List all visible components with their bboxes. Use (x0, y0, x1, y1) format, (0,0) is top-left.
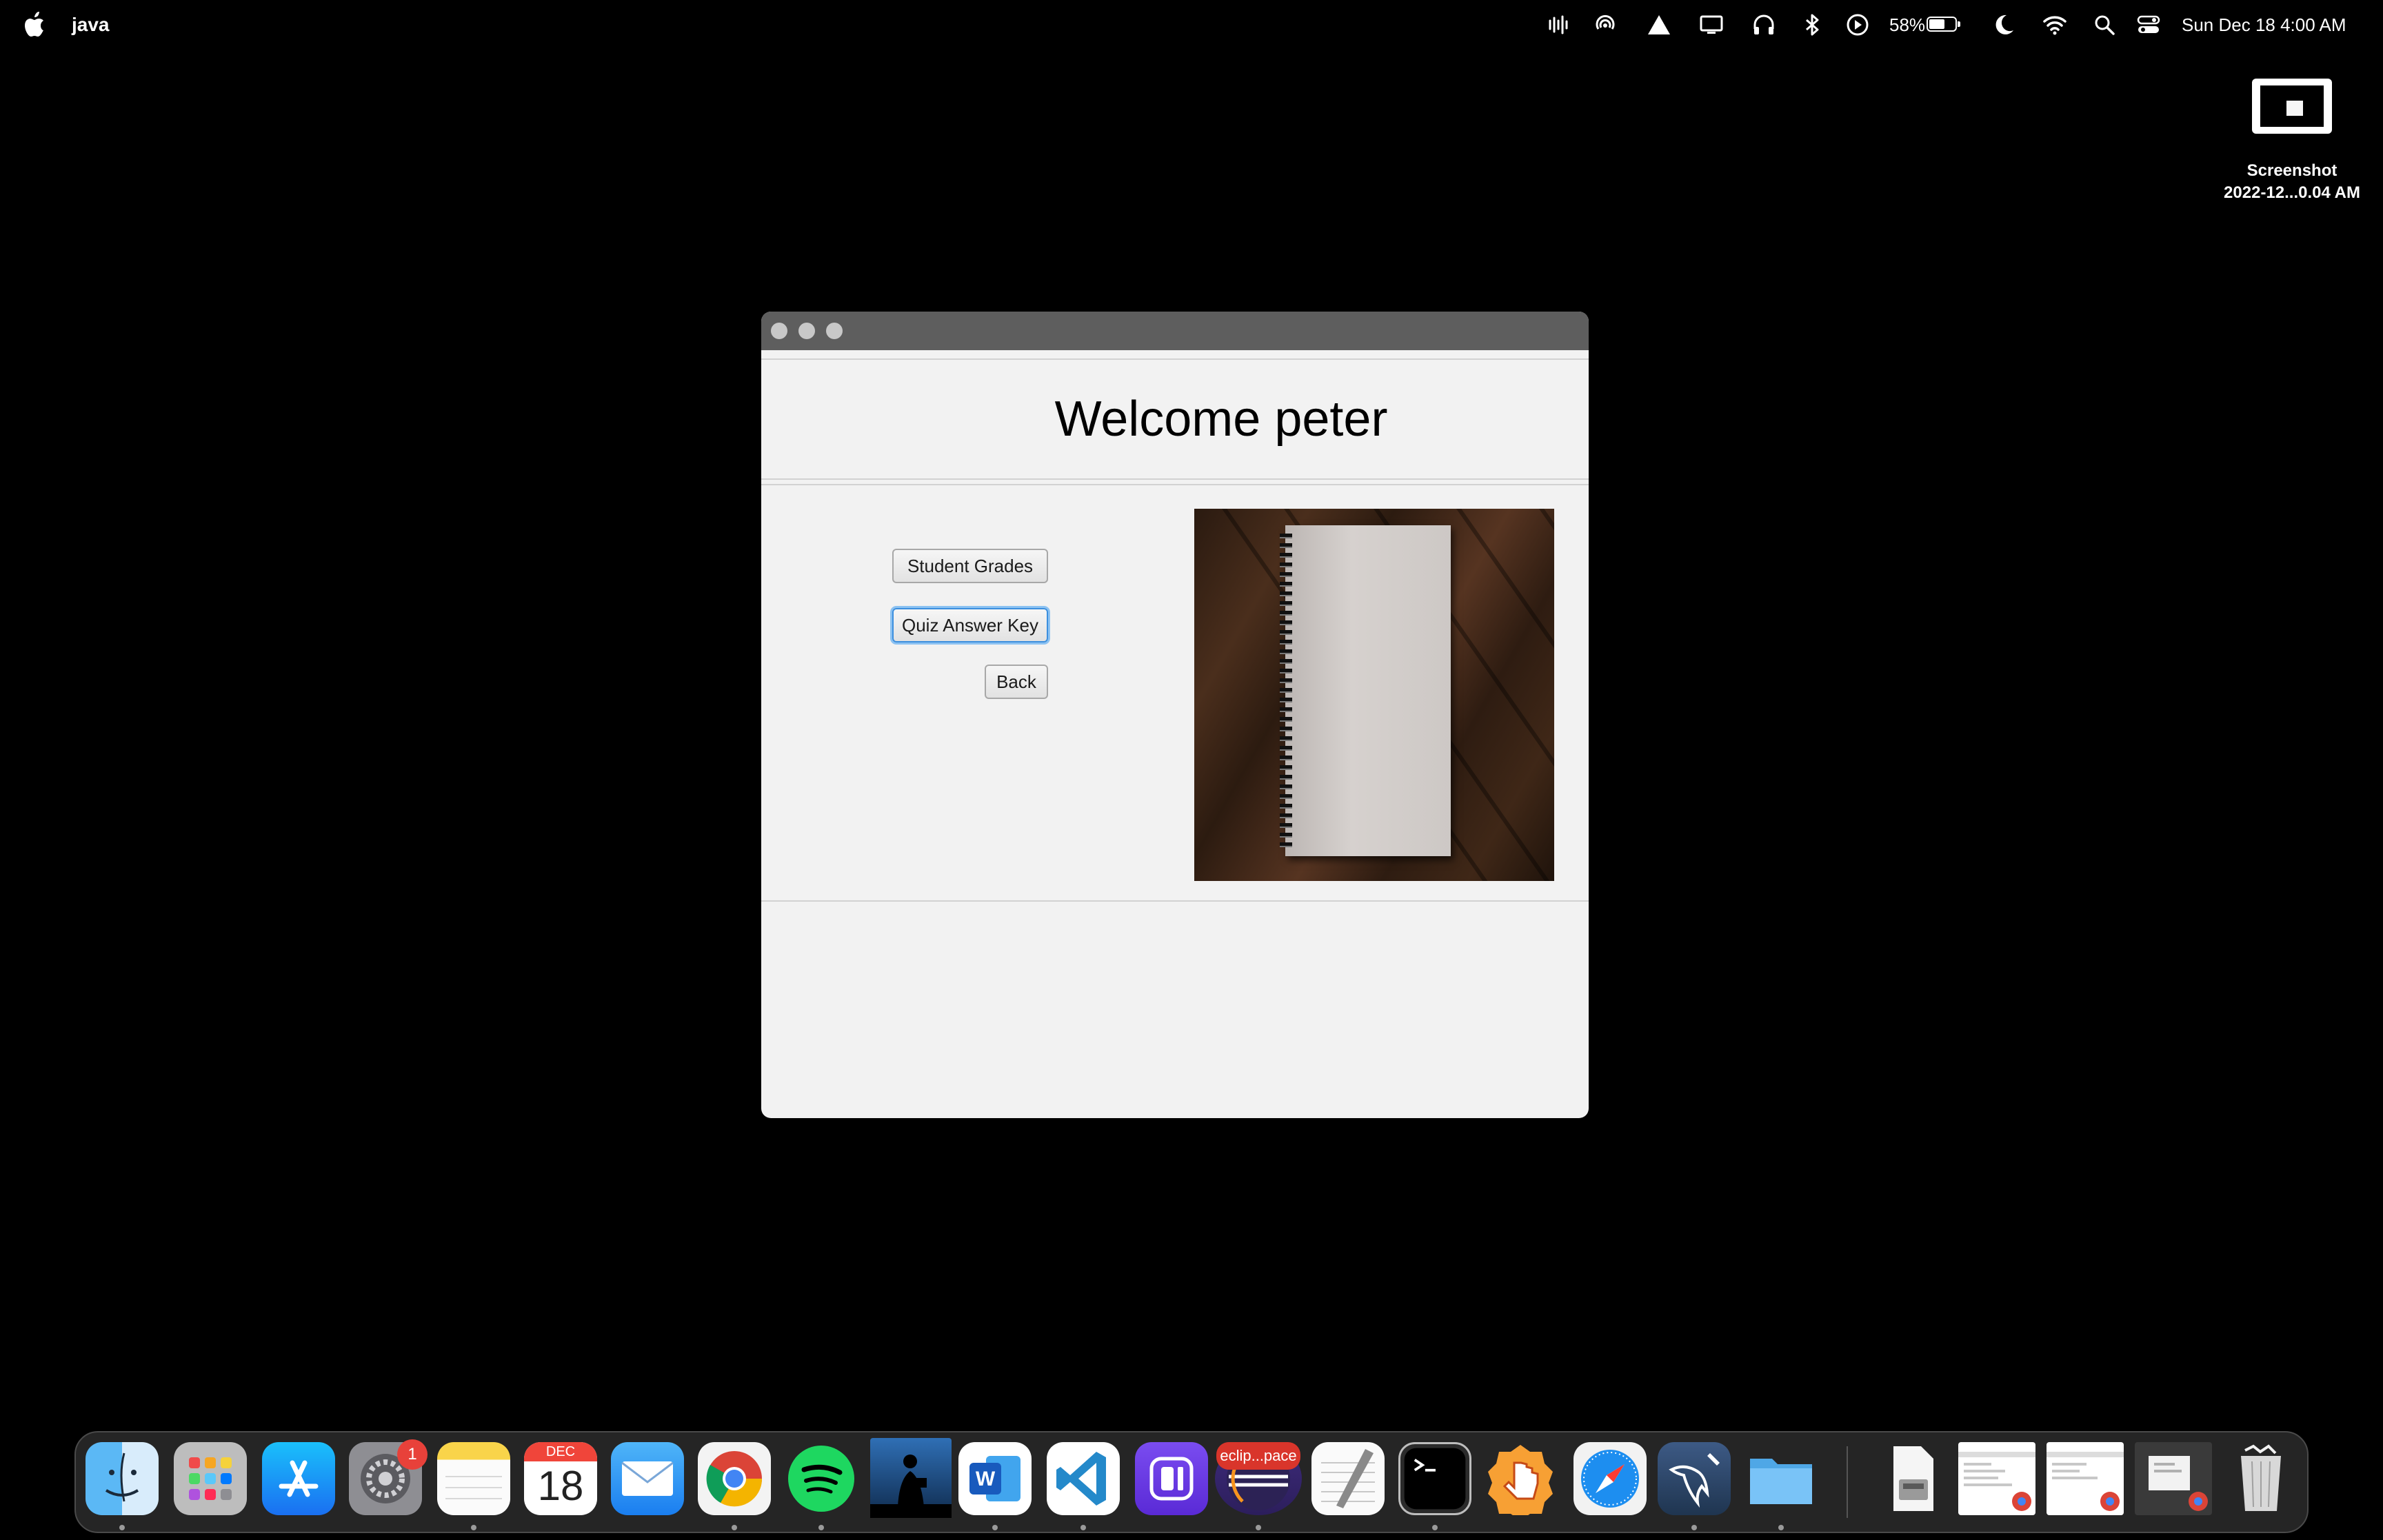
notebook-spiral (1280, 534, 1292, 851)
chrome-window-thumbnail-icon[interactable] (2135, 1442, 2212, 1515)
safari-icon[interactable] (1573, 1442, 1647, 1515)
word-icon[interactable]: W (958, 1442, 1032, 1515)
apple-menu-icon[interactable] (23, 11, 48, 39)
close-window-button[interactable] (771, 323, 787, 339)
header-bottom-separator (761, 478, 1589, 480)
running-indicator (732, 1525, 737, 1530)
textedit-icon[interactable] (1311, 1442, 1385, 1515)
welcome-heading: Welcome peter (1054, 392, 1388, 447)
kindle-icon[interactable] (870, 1438, 952, 1518)
launchpad-icon[interactable] (174, 1442, 247, 1515)
window-titlebar[interactable] (761, 312, 1589, 350)
bluetooth-icon[interactable] (1800, 12, 1824, 37)
desktop-file-date: 2022-12...0.04 AM (2224, 183, 2360, 202)
running-indicator (1080, 1525, 1086, 1530)
calendar-month: DEC (524, 1442, 597, 1461)
notebook-image (1285, 525, 1451, 856)
eclipse-icon[interactable]: eclip...pace (1215, 1442, 1302, 1515)
dock-divider (1847, 1446, 1848, 1518)
running-indicator (1432, 1525, 1438, 1530)
airdrop-icon[interactable] (1593, 12, 1618, 37)
mail-icon[interactable] (611, 1442, 684, 1515)
now-playing-icon[interactable] (1845, 12, 1870, 37)
java-app-window: Welcome peter Student Grades Quiz Answer… (761, 312, 1589, 1118)
student-grades-button[interactable]: Student Grades (892, 549, 1048, 583)
running-indicator (992, 1525, 998, 1530)
svg-text:W: W (976, 1468, 996, 1490)
running-indicator (818, 1525, 824, 1530)
battery-icon[interactable] (1927, 17, 1960, 32)
running-indicator (1691, 1525, 1697, 1530)
settings-update-badge: 1 (397, 1439, 428, 1470)
hand-pointer-icon[interactable] (1484, 1442, 1557, 1515)
vscode-icon[interactable] (1047, 1442, 1120, 1515)
spotify-icon[interactable] (785, 1442, 858, 1515)
app-name-menu[interactable]: java (72, 11, 110, 39)
wifi-icon[interactable] (2042, 12, 2067, 37)
disk-image-icon[interactable] (1876, 1442, 1949, 1515)
finder-icon[interactable] (86, 1442, 159, 1515)
running-indicator (471, 1525, 476, 1530)
back-button[interactable]: Back (985, 665, 1048, 699)
menubar-clock[interactable]: Sun Dec 18 4:00 AM (2182, 11, 2346, 39)
audio-waveform-icon[interactable] (1546, 12, 1571, 37)
chrome-icon[interactable] (698, 1442, 771, 1515)
header-top-separator (761, 358, 1589, 360)
content-bottom-separator (761, 900, 1589, 902)
simulator-icon[interactable] (1135, 1442, 1208, 1515)
desktop-screenshot-thumbnail[interactable] (2252, 79, 2332, 134)
display-icon[interactable] (1699, 12, 1724, 37)
running-indicator (119, 1525, 125, 1530)
chrome-window-thumbnail-icon[interactable] (1958, 1442, 2035, 1515)
focus-moon-icon[interactable] (1991, 12, 2016, 37)
spotlight-search-icon[interactable] (2092, 12, 2117, 37)
minimize-window-button[interactable] (798, 323, 815, 339)
control-center-icon[interactable] (2136, 12, 2161, 37)
headphones-icon[interactable] (1751, 12, 1776, 37)
battery-percent: 58% (1889, 14, 1926, 35)
notebook-photo (1194, 509, 1554, 881)
calendar-icon[interactable]: DEC 18 (524, 1442, 597, 1515)
calendar-day: 18 (537, 1463, 584, 1509)
quiz-answer-key-button[interactable]: Quiz Answer Key (892, 608, 1048, 642)
header-bottom-separator-2 (761, 484, 1589, 485)
mysql-dolphin-icon[interactable] (1658, 1442, 1731, 1515)
running-indicator (1256, 1525, 1261, 1530)
running-indicator (1778, 1525, 1784, 1530)
zoom-window-button[interactable] (826, 323, 843, 339)
terminal-icon[interactable] (1398, 1442, 1471, 1515)
menu-bar: java 58% Sun Dec 18 4:00 AM (0, 0, 2383, 50)
notes-icon[interactable] (437, 1442, 510, 1515)
eclipse-workspace-tag: eclip...pace (1216, 1442, 1300, 1470)
app-store-icon[interactable] (262, 1442, 335, 1515)
chrome-window-thumbnail-icon[interactable] (2047, 1442, 2124, 1515)
folder-icon[interactable] (1744, 1442, 1818, 1515)
trash-icon[interactable] (2224, 1442, 2297, 1515)
desktop-file-label[interactable]: Screenshot 2022-12...0.04 AM (2200, 160, 2383, 204)
vpn-triangle-icon[interactable] (1647, 12, 1671, 37)
desktop-file-name: Screenshot (2246, 161, 2337, 180)
